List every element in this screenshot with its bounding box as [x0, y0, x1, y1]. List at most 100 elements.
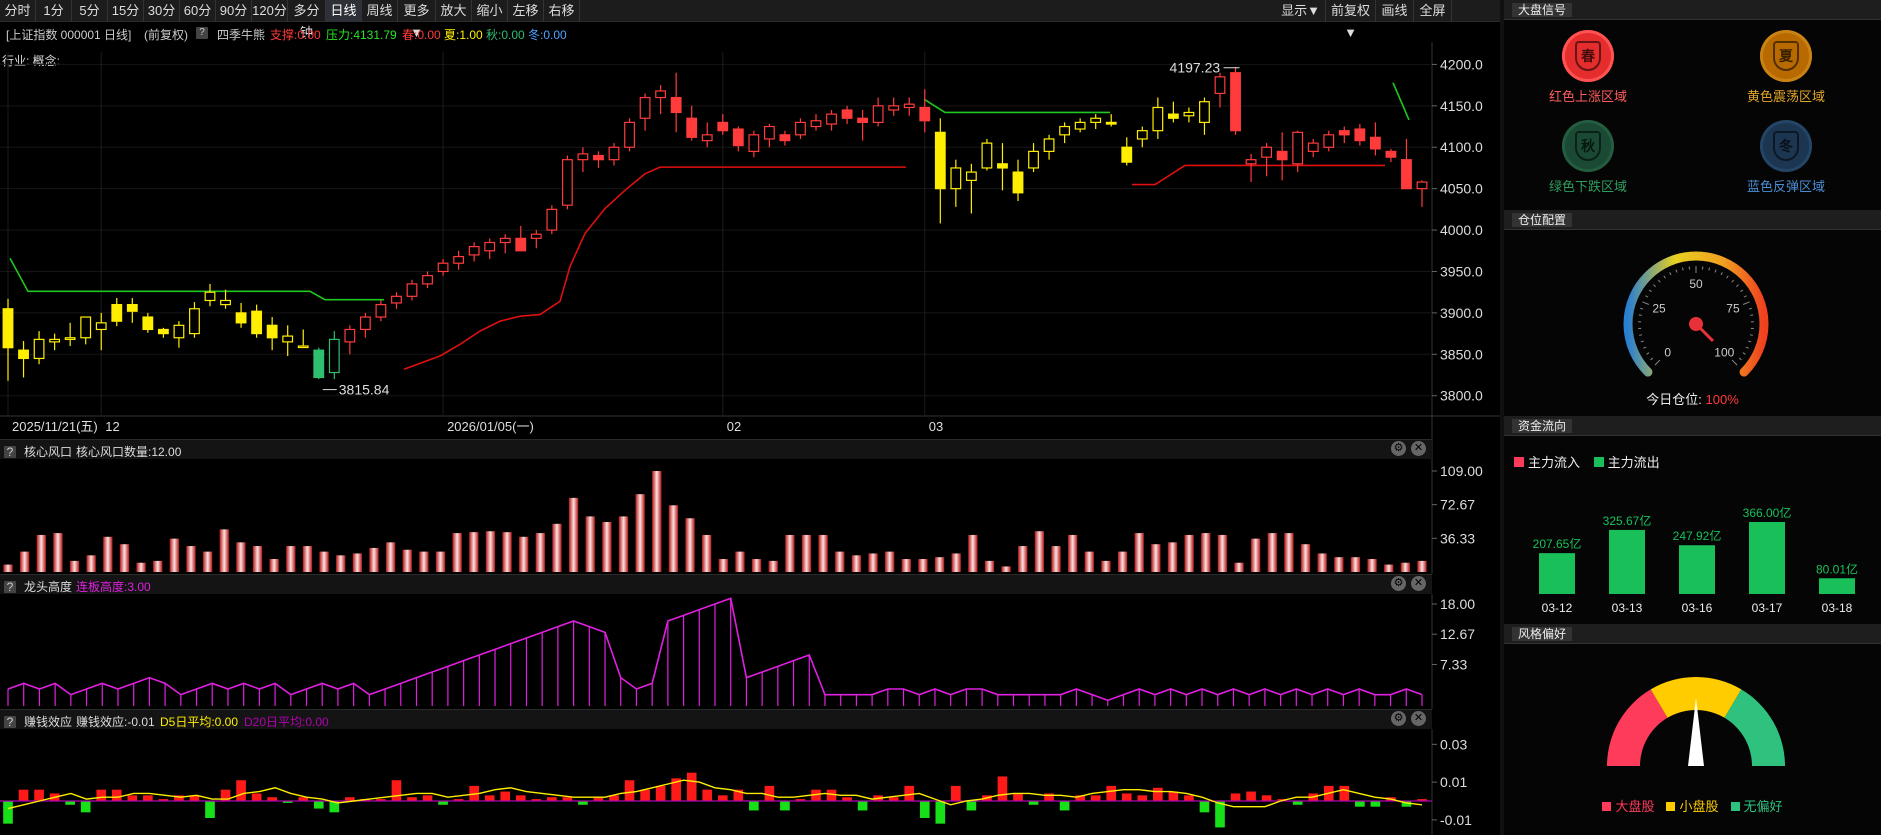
- y-tick-label: 7.33: [1440, 656, 1467, 672]
- toolbar-right-0[interactable]: 显示▼: [1276, 0, 1326, 22]
- wind-bar: [236, 542, 246, 572]
- wind-bar: [1417, 560, 1427, 572]
- toolbar-3[interactable]: 15分: [108, 0, 144, 22]
- gauge-tick: [1736, 284, 1739, 288]
- y-tick-label: 72.67: [1440, 497, 1475, 513]
- effect-bar: [500, 791, 511, 801]
- toolbar-15[interactable]: 右移: [544, 0, 580, 22]
- close-icon[interactable]: ✕: [1411, 711, 1426, 726]
- wind-bar: [1267, 533, 1277, 572]
- candlestick-chart[interactable]: 4200.0 4150.0 4100.0 4050.0 4000.0 3950.0 3900…: [0, 42, 1500, 460]
- toolbar-7[interactable]: 120分: [252, 0, 288, 22]
- toolbar-8[interactable]: 多分钟: [288, 0, 326, 40]
- position-gauge: 0 25 50 75 100: [1623, 251, 1769, 377]
- candle-body: [950, 167, 962, 190]
- gauge-tick: [1643, 346, 1647, 349]
- flow-date: 03-17: [1752, 601, 1783, 615]
- toolbar-right-1[interactable]: 前复权▼: [1326, 0, 1376, 40]
- season-line-red: [403, 166, 906, 370]
- candle-body: [1261, 146, 1273, 158]
- wind-bar: [1051, 546, 1061, 572]
- help-icon[interactable]: ?: [4, 581, 16, 593]
- effect-bar: [3, 801, 13, 824]
- effect-bar: [624, 780, 635, 801]
- toolbar-right-3[interactable]: 全屏: [1414, 0, 1452, 22]
- candle-body: [546, 208, 558, 231]
- effect-bar: [96, 789, 107, 801]
- date-label: 02: [727, 419, 741, 434]
- toolbar-11[interactable]: 更多▼: [398, 0, 436, 40]
- autumn-value: 秋:0.00: [486, 28, 525, 42]
- candle-body: [1105, 121, 1117, 125]
- wind-bar: [1167, 542, 1178, 572]
- candle-body: [80, 316, 92, 339]
- toolbar-14[interactable]: 左移: [508, 0, 544, 22]
- help-icon[interactable]: ?: [4, 446, 16, 458]
- help-icon[interactable]: ?: [4, 716, 16, 728]
- core-wind-chart[interactable]: 109.00 72.67 36.33: [0, 459, 1500, 574]
- toolbar-5[interactable]: 60分: [180, 0, 216, 22]
- candle-body: [1090, 117, 1102, 124]
- y-tick-label: -0.01: [1440, 812, 1472, 828]
- toolbar-4[interactable]: 30分: [144, 0, 180, 22]
- gauge-tick: [1645, 295, 1649, 298]
- toolbar-0[interactable]: 分时: [0, 0, 36, 22]
- legend-label-2: 无偏好: [1743, 799, 1783, 814]
- toolbar-13[interactable]: 缩小: [472, 0, 508, 22]
- position-title: 仓位配置: [1512, 213, 1573, 227]
- adjust-mode: (前复权): [144, 28, 188, 42]
- flow-date: 03-12: [1542, 601, 1573, 615]
- gauge-tick: [1749, 334, 1753, 336]
- gauge-label: 100: [1714, 345, 1734, 359]
- help-icon[interactable]: ?: [196, 27, 208, 39]
- wind-bar: [951, 553, 961, 572]
- gauge-tick: [1743, 295, 1747, 298]
- close-icon[interactable]: ✕: [1411, 576, 1426, 591]
- candle-body: [204, 291, 216, 302]
- right-sidebar: 大盘信号 春红色上涨区域 夏黄色震荡区域秋绿色下跌区域 冬蓝色反弹区域 仓位配置 0…: [1504, 0, 1881, 835]
- flow-bar: [1749, 522, 1785, 594]
- wind-bar: [336, 555, 346, 572]
- gauge-tick: [1640, 340, 1644, 343]
- toolbar-10[interactable]: 周线: [362, 0, 398, 22]
- flow-bar: [1609, 529, 1645, 594]
- wind-bar: [585, 516, 595, 572]
- candle-body: [1074, 121, 1086, 130]
- candle-body: [748, 134, 760, 152]
- candle-body: [157, 328, 169, 335]
- candle-body: [919, 106, 931, 122]
- y-tick-label: 0.03: [1440, 736, 1467, 752]
- indicator-name: 四季牛熊: [217, 28, 266, 42]
- candle-body: [1214, 76, 1226, 95]
- toolbar-12[interactable]: 放大: [436, 0, 472, 22]
- legend-swatch: [1602, 802, 1612, 811]
- wind-bar: [918, 559, 928, 572]
- gauge-tick: [1675, 269, 1678, 273]
- settings-icon[interactable]: ⚙: [1391, 711, 1406, 726]
- candle-body: [655, 90, 667, 99]
- toolbar-6[interactable]: 90分: [216, 0, 252, 22]
- y-tick-label: 4050.0: [1440, 181, 1483, 197]
- wind-bar: [3, 564, 13, 572]
- settings-icon[interactable]: ⚙: [1391, 576, 1406, 591]
- candle-body: [561, 159, 573, 206]
- flow-bar: [1679, 545, 1715, 594]
- flow-date: 03-18: [1822, 601, 1853, 615]
- candle-body: [639, 96, 651, 119]
- candle-body: [732, 128, 744, 147]
- wind-bar: [785, 534, 795, 572]
- candle-body: [1167, 113, 1179, 119]
- settings-icon[interactable]: ⚙: [1391, 441, 1406, 456]
- dragon-height-chart[interactable]: 18.00 12.67 7.33: [0, 594, 1500, 709]
- candle-body: [1136, 130, 1148, 140]
- toolbar-2[interactable]: 5分: [72, 0, 108, 22]
- date-label: 2025/11/21(五): [12, 419, 98, 434]
- gauge-tick: [1640, 307, 1644, 310]
- toolbar-1[interactable]: 1分: [36, 0, 72, 22]
- panel2-header: ? 龙头高度 连板高度:3.00: [0, 574, 1432, 594]
- toolbar-right-2[interactable]: 画线: [1376, 0, 1414, 22]
- close-icon[interactable]: ✕: [1411, 441, 1426, 456]
- signal-title: 大盘信号: [1512, 3, 1573, 17]
- toolbar-9[interactable]: 日线: [326, 0, 362, 22]
- profit-effect-chart[interactable]: 0.03 0.01 -0.01: [0, 729, 1500, 835]
